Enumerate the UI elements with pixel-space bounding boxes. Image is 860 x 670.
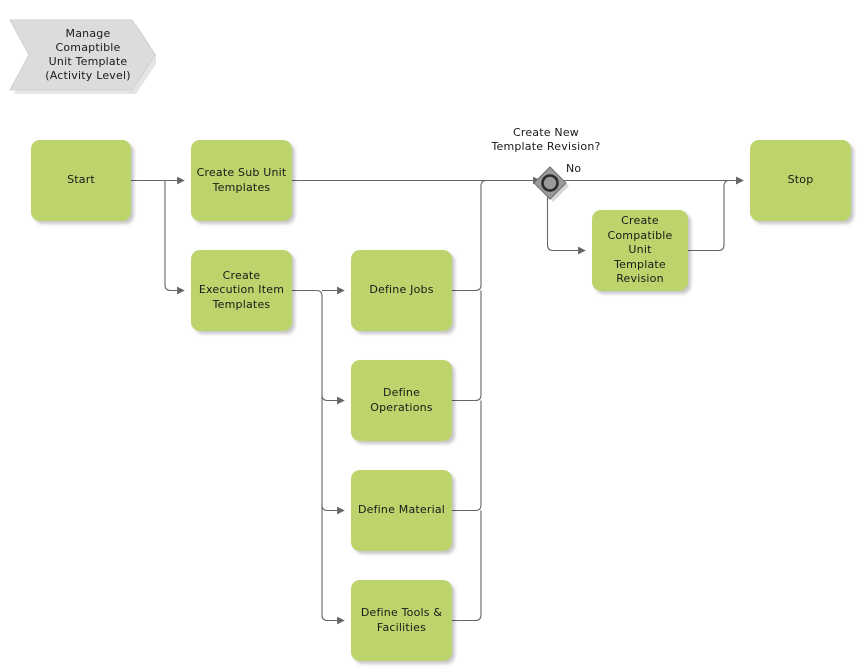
- node-create-compatible-unit-template-revision-line-1: Create: [621, 214, 659, 228]
- node-define-operations[interactable]: Define Operations: [351, 360, 452, 441]
- node-create-compatible-unit-template-revision[interactable]: Create Compatible Unit Template Revision: [592, 210, 688, 291]
- node-stop[interactable]: Stop: [750, 140, 851, 221]
- gateway-create-new-template-revision[interactable]: [531, 164, 569, 202]
- diagram-title-banner: Manage Comaptible Unit Template (Activit…: [8, 18, 156, 94]
- node-create-compatible-unit-template-revision-line-2: Compatible Unit: [607, 228, 673, 257]
- banner-line-1: Manage Comaptible: [55, 27, 121, 54]
- node-define-operations-line-1: Define: [382, 386, 421, 399]
- node-create-execution-item-templates-line-3: Templates: [212, 297, 271, 311]
- edge-label-no: No: [566, 162, 582, 175]
- gateway-title-line-1: Create New: [512, 126, 580, 139]
- banner-line-3: (Activity Level): [45, 69, 131, 82]
- node-define-operations-line-2: Operations: [370, 400, 433, 414]
- node-create-execution-item-templates-line-1: Create: [222, 268, 261, 282]
- flowchart-canvas: Manage Comaptible Unit Template (Activit…: [0, 0, 860, 670]
- node-define-jobs-label: Define Jobs: [369, 283, 434, 297]
- gateway-title: Create New Template Revision?: [488, 126, 604, 154]
- node-create-execution-item-templates-line-2: Execution Item: [198, 283, 285, 297]
- node-start[interactable]: Start: [31, 140, 131, 221]
- node-stop-label: Stop: [787, 173, 814, 187]
- node-define-jobs[interactable]: Define Jobs: [351, 250, 452, 331]
- gateway-diamond-icon: [533, 166, 569, 202]
- node-start-label: Start: [67, 173, 95, 187]
- gateway-title-line-2: Template Revision?: [491, 140, 601, 153]
- banner-text: Manage Comaptible Unit Template (Activit…: [32, 18, 144, 92]
- node-define-tools-facilities-line-2: Facilities: [376, 620, 427, 634]
- node-define-material[interactable]: Define Material: [351, 470, 452, 551]
- node-define-tools-facilities-line-1: Define Tools &: [360, 606, 443, 619]
- node-define-material-label: Define Material: [357, 503, 446, 517]
- node-create-compatible-unit-template-revision-line-3: Template: [614, 257, 666, 271]
- node-create-sub-unit-templates-line-2: Templates: [212, 180, 271, 194]
- node-create-execution-item-templates[interactable]: Create Execution Item Templates: [191, 250, 292, 331]
- connector-layer: [131, 176, 744, 625]
- banner-line-2: Unit Template: [48, 55, 128, 68]
- node-define-tools-facilities[interactable]: Define Tools & Facilities: [351, 580, 452, 661]
- node-create-compatible-unit-template-revision-line-4: Revision: [616, 272, 664, 286]
- node-create-sub-unit-templates-line-1: Create Sub Unit: [196, 166, 287, 179]
- node-create-sub-unit-templates[interactable]: Create Sub Unit Templates: [191, 140, 292, 221]
